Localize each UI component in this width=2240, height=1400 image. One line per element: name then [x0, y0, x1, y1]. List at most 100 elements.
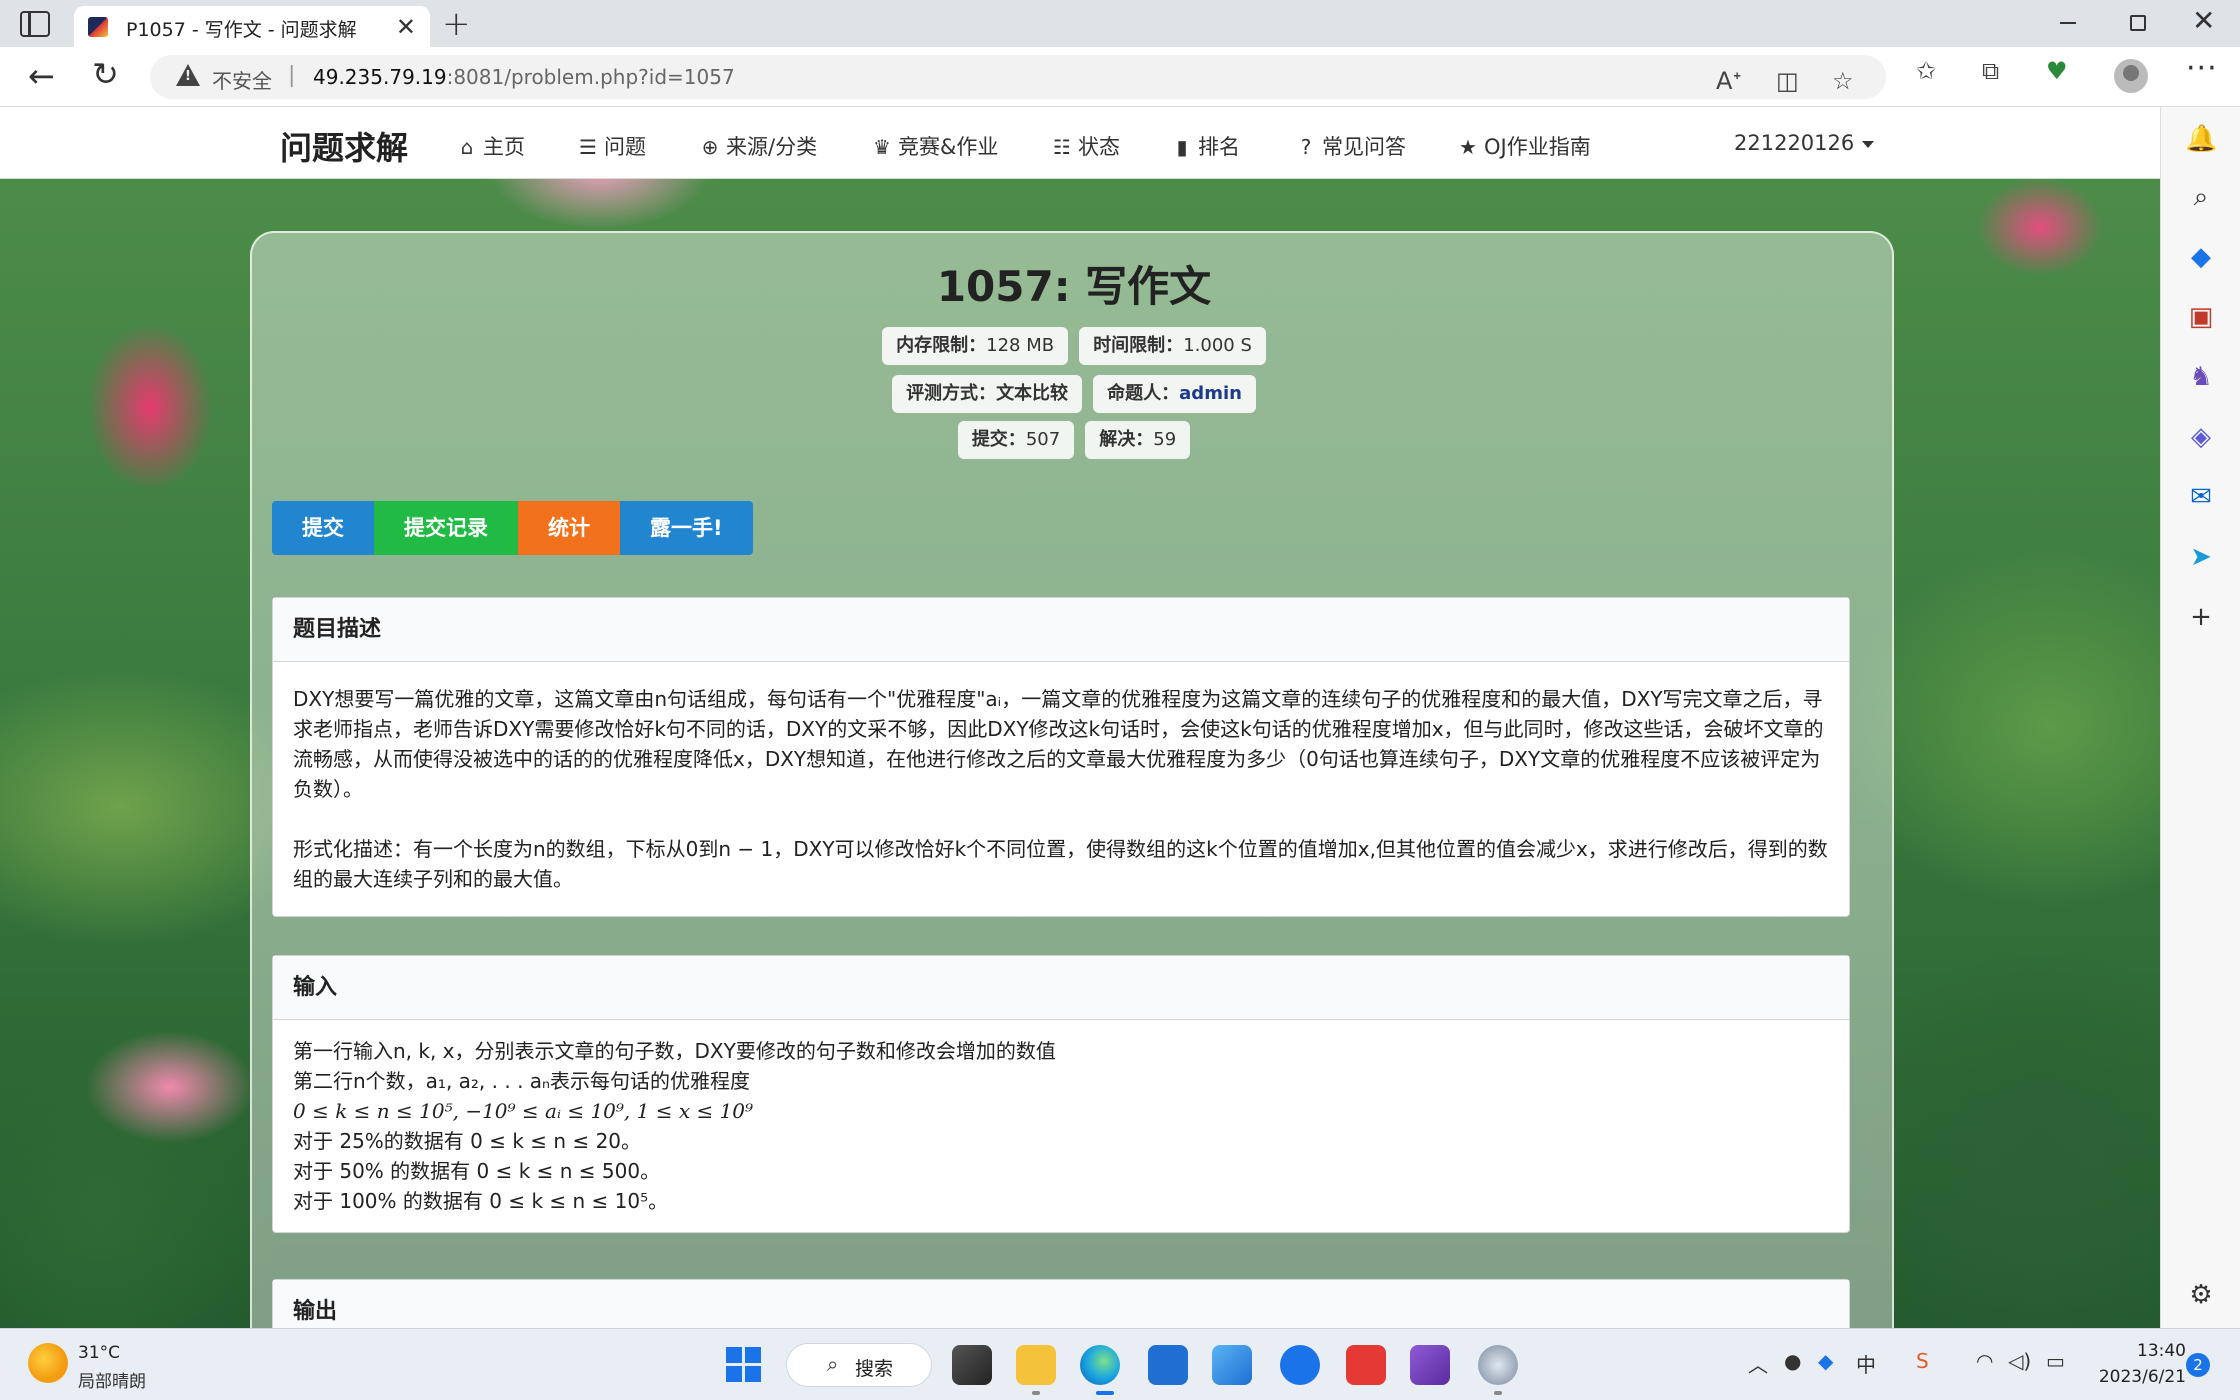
volume-icon[interactable]: ◁) [2008, 1349, 2031, 1373]
input-constraint-line: 0 ≤ k ≤ n ≤ 10⁵, −10⁹ ≤ aᵢ ≤ 10⁹, 1 ≤ x … [293, 1099, 754, 1123]
url-text: 49.235.79.19:8081/problem.php?id=1057 [313, 65, 735, 89]
windows-taskbar: 31°C 局部晴朗 ⌕ 搜索 ︿ ● ◆ 中 S ◠ ◁) ▭ 13:40 20… [0, 1328, 2240, 1400]
url-separator: | [288, 63, 296, 88]
favorite-star-icon[interactable]: ☆ [1832, 67, 1854, 95]
nav-faq-label: 常见问答 [1322, 135, 1406, 159]
time-limit-value: 1.000 S [1183, 335, 1252, 356]
browser-tab-bar: P1057 - 写作文 - 问题求解 ✕ + ✕ [0, 0, 2240, 47]
description-body: DXY想要写一篇优雅的文章，这篇文章由n句话组成，每句话有一个"优雅程度"aᵢ，… [273, 662, 1849, 916]
nav-source[interactable]: ⊕ 来源/分类 [698, 131, 817, 161]
edge-browser-icon[interactable] [1080, 1345, 1120, 1385]
reload-icon[interactable]: ↻ [92, 55, 119, 93]
photos-app-icon[interactable] [1212, 1345, 1252, 1385]
k-app-icon[interactable] [1280, 1345, 1320, 1385]
weather-sun-icon[interactable] [28, 1343, 68, 1383]
read-aloud-icon[interactable]: Aᐩ [1716, 67, 1742, 95]
file-explorer-icon[interactable] [1016, 1345, 1056, 1385]
add-icon[interactable]: + [2185, 601, 2217, 633]
window-close-icon[interactable]: ✕ [2192, 4, 2215, 37]
weather-description[interactable]: 局部晴朗 [78, 1367, 146, 1392]
shopping-tag-icon[interactable]: ◆ [2185, 241, 2217, 273]
submit-count-badge: 提交：507 [957, 421, 1075, 459]
memory-limit-badge: 内存限制：128 MB [882, 327, 1069, 365]
toolbox-icon[interactable]: ▣ [2185, 301, 2217, 333]
battery-icon[interactable]: ▭ [2046, 1349, 2065, 1373]
author-link[interactable]: admin [1179, 383, 1242, 404]
nav-problems[interactable]: ☰ 问题 [576, 131, 646, 161]
outlook-icon[interactable]: ✉ [2185, 481, 2217, 513]
copilot-icon[interactable]: ◈ [2185, 421, 2217, 453]
qq-icon[interactable]: ● [1784, 1349, 1801, 1373]
maximize-icon[interactable] [2130, 15, 2146, 31]
time-limit-badge: 时间限制：1.000 S [1079, 327, 1266, 365]
nav-problems-label: 问题 [604, 135, 646, 159]
nav-status-label: 状态 [1078, 135, 1120, 159]
memory-limit-label: 内存限制： [896, 335, 987, 356]
weather-temperature[interactable]: 31°C [78, 1343, 120, 1363]
task-view-icon[interactable] [952, 1345, 992, 1385]
show-solution-button[interactable]: 露一手! [620, 501, 753, 555]
minimize-icon[interactable] [2060, 22, 2076, 24]
ime-indicator[interactable]: 中 [1856, 1349, 1876, 1378]
send-icon[interactable]: ➤ [2185, 541, 2217, 573]
back-icon[interactable]: ← [28, 57, 55, 95]
statistics-button[interactable]: 统计 [518, 501, 620, 555]
notification-count-badge[interactable]: 2 [2186, 1353, 2210, 1377]
nav-ranking-label: 排名 [1198, 135, 1240, 159]
clock-time[interactable]: 13:40 [2106, 1341, 2186, 1361]
nav-home[interactable]: ⌂ 主页 [455, 131, 525, 161]
wifi-icon[interactable]: ◠ [1976, 1349, 1993, 1373]
judge-mode-value: 文本比较 [996, 383, 1069, 404]
problem-title: 1057: 写作文 [936, 262, 1212, 311]
action-button-group: 提交 提交记录 统计 露一手! [272, 501, 753, 555]
nav-ranking[interactable]: ▮ 排名 [1170, 131, 1240, 161]
visual-studio-icon[interactable] [1410, 1345, 1450, 1385]
search-icon[interactable]: ⌕ [2185, 181, 2217, 213]
more-menu-icon[interactable]: ··· [2186, 51, 2218, 86]
taskbar-search-label: 搜索 [855, 1358, 894, 1380]
settings-gear-icon[interactable]: ⚙ [2185, 1279, 2217, 1311]
memory-limit-value: 128 MB [986, 335, 1055, 356]
nav-source-label: 来源/分类 [726, 135, 818, 159]
user-dropdown[interactable]: 221220126 [1734, 131, 1874, 155]
show-hidden-icons-icon[interactable]: ︿ [1748, 1349, 1768, 1378]
input-subtask-line: 对于 25%的数据有 0 ≤ k ≤ n ≤ 20。 [293, 1129, 642, 1153]
start-button[interactable] [726, 1347, 762, 1383]
split-screen-icon[interactable]: ◫ [1776, 67, 1799, 95]
collections-icon[interactable]: ⧉ [1982, 57, 1999, 85]
limits-row: 内存限制：128 MB 时间限制：1.000 S [252, 327, 1896, 365]
close-tab-icon[interactable]: ✕ [396, 13, 416, 41]
browser-tab[interactable]: P1057 - 写作文 - 问题求解 ✕ [74, 6, 430, 47]
input-line: 第二行n个数，a₁, a₂, . . . aₙ表示每句话的优雅程度 [293, 1069, 751, 1093]
submit-button[interactable]: 提交 [272, 501, 374, 555]
media-app-icon[interactable] [1478, 1345, 1518, 1385]
tab-actions-icon[interactable] [20, 11, 50, 37]
solved-count-value: 59 [1153, 429, 1177, 450]
nav-contest[interactable]: ♛ 竞赛&作业 [870, 131, 998, 161]
profile-avatar[interactable] [2114, 59, 2148, 93]
problem-panel: 1057: 写作文 内存限制：128 MB 时间限制：1.000 S 评测方式：… [250, 231, 1894, 1328]
submission-records-button[interactable]: 提交记录 [374, 501, 518, 555]
nav-guide[interactable]: ★ OJ作业指南 [1456, 131, 1591, 161]
todo-app-icon[interactable] [1346, 1345, 1386, 1385]
url-field[interactable]: 不安全 | 49.235.79.19:8081/problem.php?id=1… [150, 55, 1886, 99]
browser-essentials-icon[interactable]: ♥ [2046, 57, 2068, 85]
security-shield-icon[interactable]: ◆ [1818, 1349, 1833, 1373]
formal-description-paragraph: 形式化描述：有一个长度为n的数组，下标从0到n − 1，DXY可以修改恰好k个不… [293, 837, 1828, 891]
input-line: 第一行输入n, k, x，分别表示文章的句子数，DXY要修改的句子数和修改会增加… [293, 1039, 1056, 1063]
bell-icon[interactable]: 🔔 [2185, 123, 2217, 155]
sogou-input-icon[interactable]: S [1916, 1349, 1929, 1373]
home-icon: ⌂ [460, 135, 474, 159]
favorites-icon[interactable]: ✩ [1916, 57, 1936, 85]
windows-logo-icon [726, 1347, 742, 1363]
favicon-icon [88, 17, 108, 37]
clock-date[interactable]: 2023/6/21 [2088, 1367, 2186, 1387]
nav-status[interactable]: ☷ 状态 [1050, 131, 1120, 161]
nav-faq[interactable]: ? 常见问答 [1294, 131, 1406, 161]
taskbar-search[interactable]: ⌕ 搜索 [786, 1343, 932, 1387]
microsoft-store-icon[interactable] [1148, 1345, 1188, 1385]
site-brand[interactable]: 问题求解 [280, 123, 408, 169]
star-icon: ★ [1459, 135, 1477, 159]
games-icon[interactable]: ♞ [2185, 361, 2217, 393]
new-tab-icon[interactable]: + [442, 4, 471, 44]
